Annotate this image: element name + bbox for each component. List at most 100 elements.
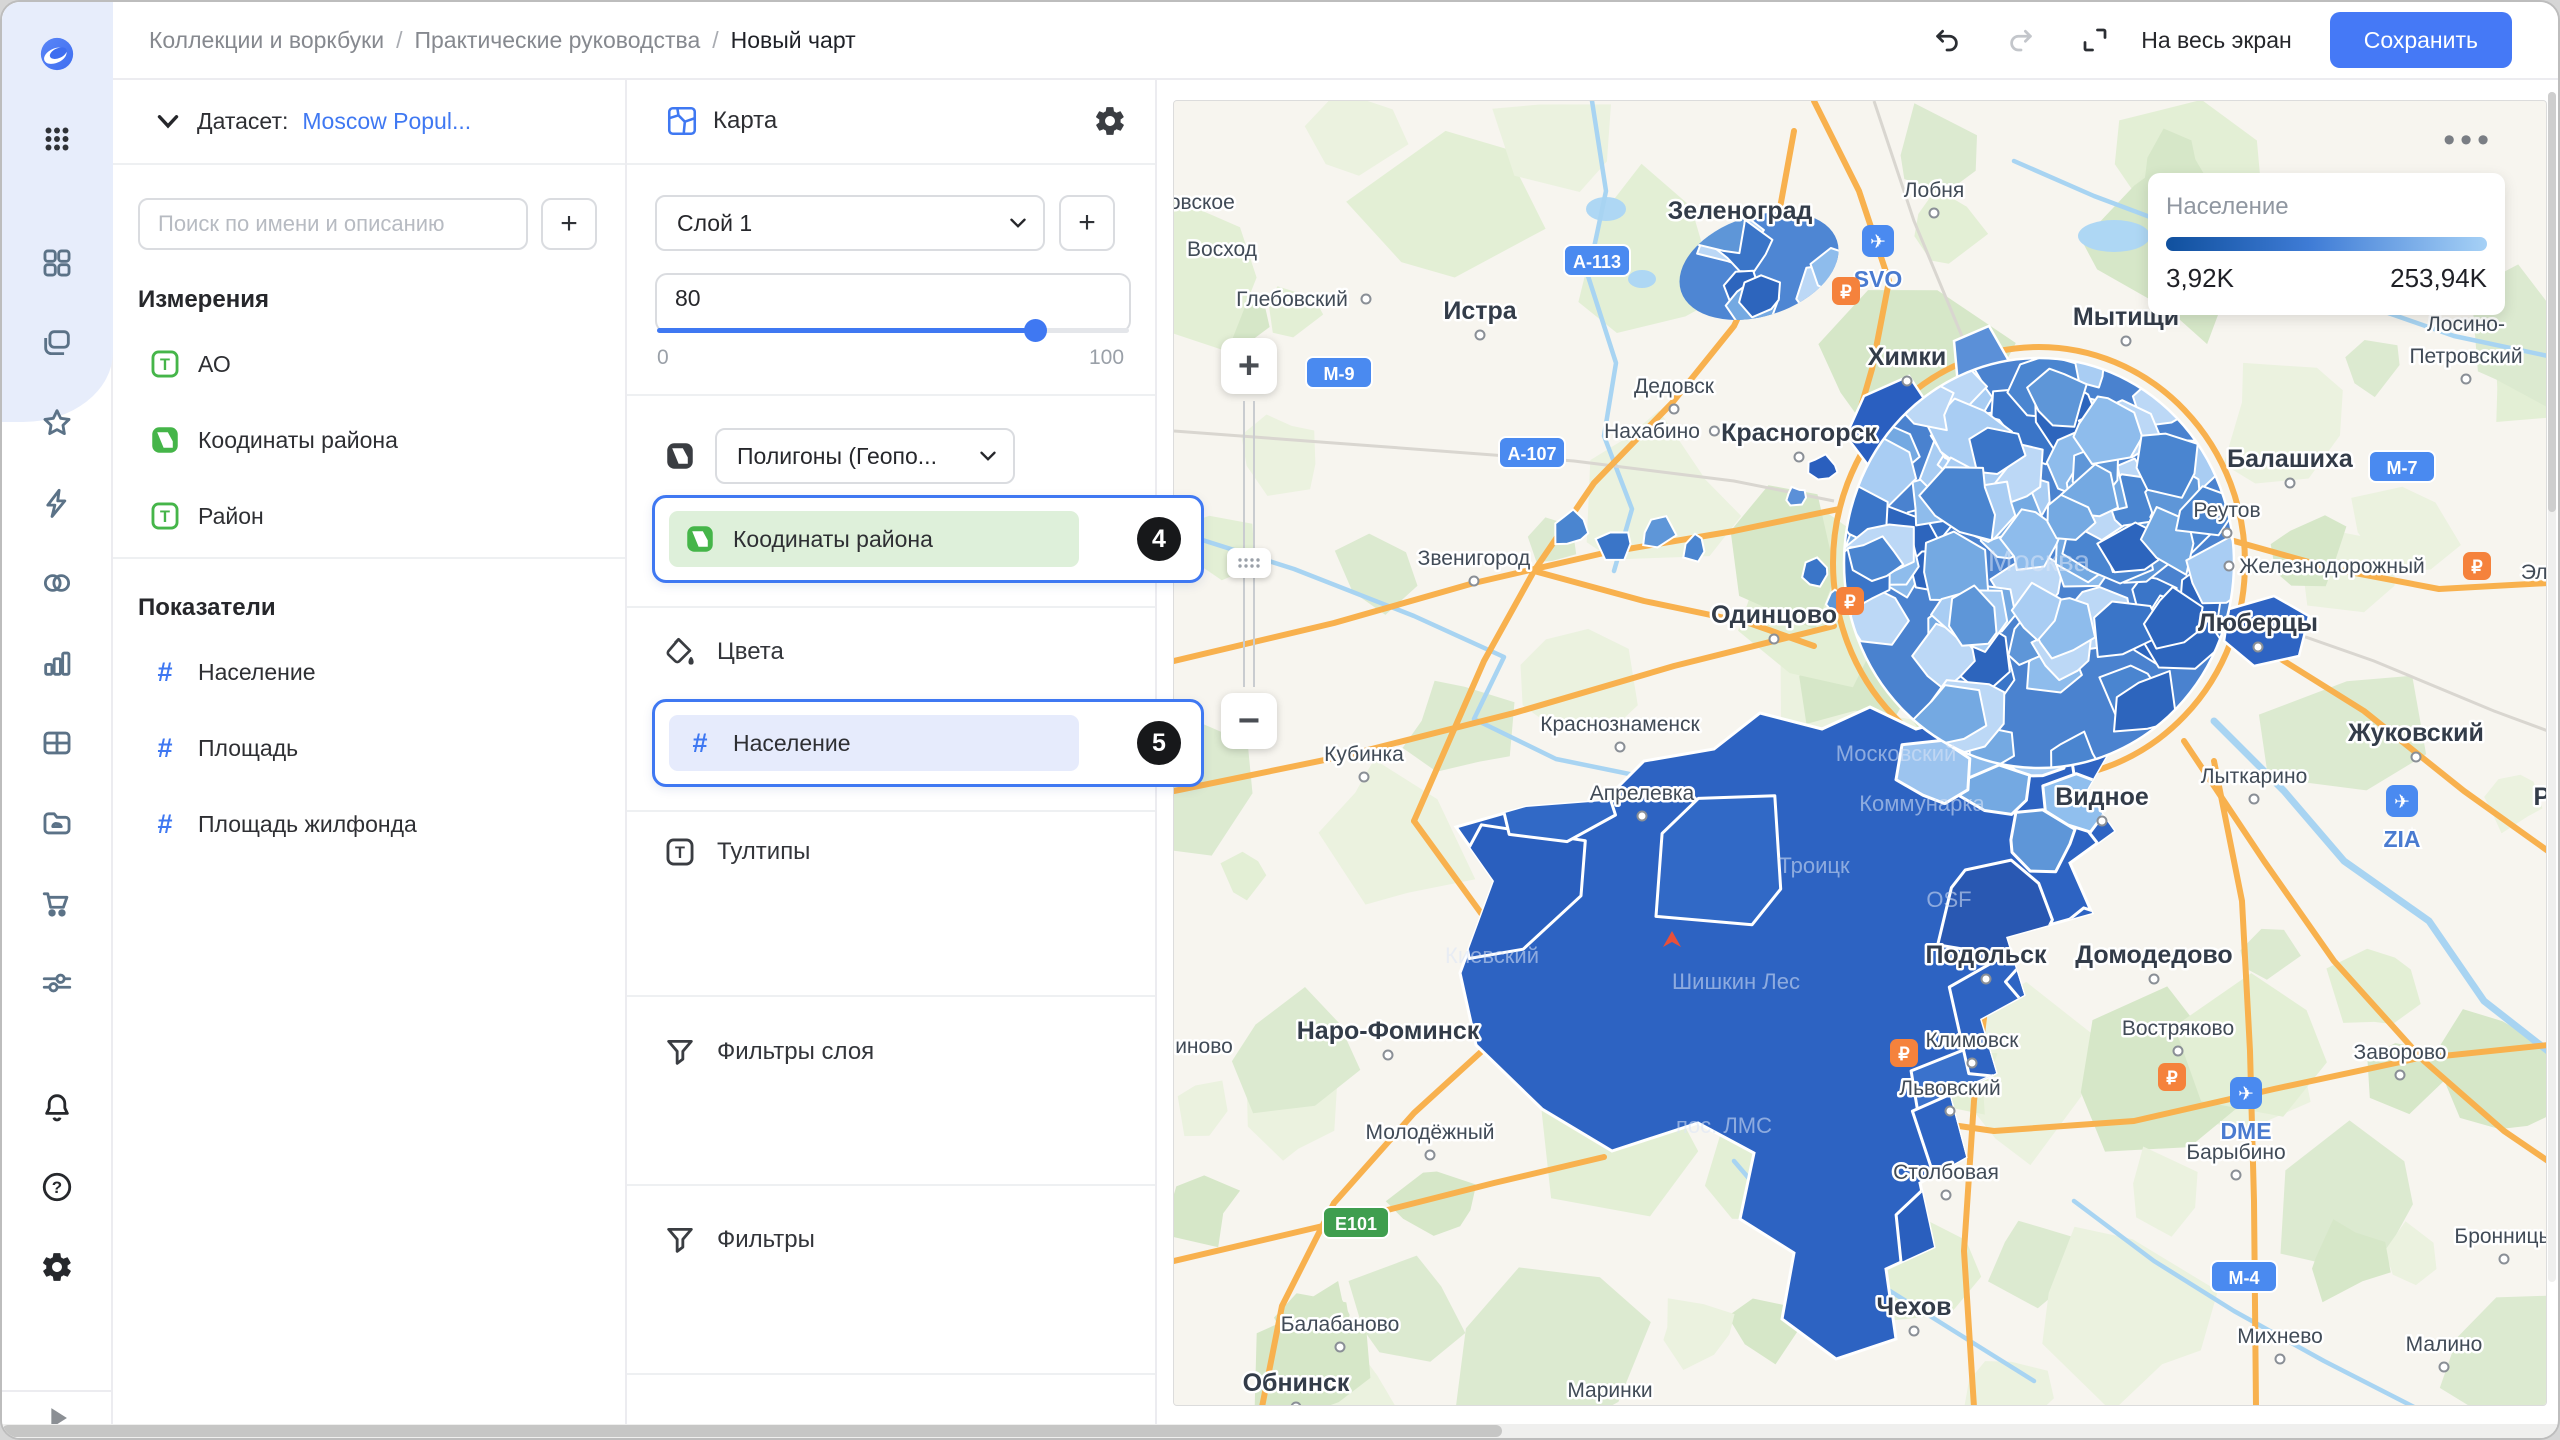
field-row[interactable]: T Район [148, 494, 264, 538]
field-name: Население [198, 659, 315, 686]
field-row[interactable]: #Население [148, 650, 315, 694]
field-name: Район [198, 503, 264, 530]
svg-text:Михнево: Михнево [2237, 1325, 2323, 1348]
svg-text:Е101: Е101 [1335, 1214, 1377, 1234]
svg-text:иново: иново [1175, 1035, 1233, 1058]
chart-settings-gear-icon[interactable] [1093, 104, 1127, 138]
map-canvas[interactable]: МоскваМосковскийКоммунаркаТроицкКиевский… [1173, 100, 2547, 1406]
rail-item-collections-icon[interactable] [39, 325, 75, 361]
apps-grid-icon[interactable] [39, 121, 75, 157]
rail-item-dashboard-grid-icon[interactable] [39, 245, 75, 281]
svg-text:Востряково: Востряково [2122, 1017, 2234, 1040]
svg-text:Электроугли: Электроугли [2521, 561, 2547, 584]
svg-text:Кубинка: Кубинка [1324, 743, 1404, 766]
breadcrumb-item[interactable]: Практические руководства [414, 27, 700, 54]
svg-text:₽: ₽ [2166, 1068, 2178, 1088]
vertical-scrollbar[interactable] [2548, 92, 2556, 1282]
app-window: ? Коллекции и воркбуки/Практические руко… [0, 0, 2560, 1440]
fullscreen-label[interactable]: На весь экран [2141, 27, 2292, 54]
field-row[interactable]: # Площадь жилфонда [148, 802, 417, 846]
legend-max: 253,94K [2390, 263, 2487, 294]
colors-field-pill[interactable]: # Население [669, 715, 1079, 771]
colors-section[interactable]: Цвета [663, 632, 784, 672]
rail-item-star-icon[interactable] [39, 405, 75, 441]
fullscreen-icon[interactable] [2077, 22, 2113, 58]
number-hash-icon: # [148, 807, 182, 841]
field-row[interactable]: TАО [148, 342, 231, 386]
rail-item-pair-circles-icon[interactable] [39, 565, 75, 601]
measures-title: Показатели [138, 594, 276, 622]
svg-text:Видное: Видное [2055, 783, 2149, 811]
zoom-slider-handle[interactable] [1227, 548, 1271, 578]
zoom-in-button[interactable]: + [1221, 338, 1277, 394]
svg-text:Барыбино: Барыбино [2186, 1141, 2285, 1164]
svg-text:Краснознаменск: Краснознаменск [1540, 713, 1700, 736]
svg-text:А-113: А-113 [1573, 252, 1621, 272]
redo-icon[interactable] [2003, 22, 2039, 58]
breadcrumb: Коллекции и воркбуки/Практические руково… [149, 27, 856, 54]
layer-select[interactable]: Слой 1 [655, 195, 1045, 251]
svg-text:₽: ₽ [2471, 557, 2483, 577]
horizontal-scrollbar[interactable] [2, 1424, 2558, 1438]
svg-text:DME: DME [2220, 1118, 2271, 1144]
layer-filter-funnel-icon [663, 1035, 697, 1069]
svg-text:Глебовский: Глебовский [1236, 288, 1348, 311]
svg-text:Раменское: Раменское [2533, 783, 2547, 811]
geopolygon-icon [683, 522, 717, 556]
rail-item-cloud-folder-icon[interactable] [39, 805, 75, 841]
layer-opacity-slider: 80 [655, 273, 1131, 333]
filters-section[interactable]: Фильтры [663, 1220, 815, 1260]
polygons-drop-zone[interactable]: Коодинаты района 4 [652, 495, 1204, 583]
search-input[interactable] [138, 198, 528, 250]
field-name: Коодинаты района [198, 427, 398, 454]
field-row[interactable]: #Площадь [148, 726, 298, 770]
dataset-panel: Датасет: Moscow Popul... + Измерения TАО… [113, 80, 627, 1424]
map-menu-icon[interactable]: ••• [2443, 123, 2494, 157]
undo-icon[interactable] [1929, 22, 1965, 58]
rail-item-cart-icon[interactable] [39, 885, 75, 921]
paint-bucket-icon [663, 635, 697, 669]
breadcrumb-item[interactable]: Новый чарт [731, 27, 856, 54]
svg-text:Киевский: Киевский [1445, 943, 1539, 968]
dataset-name-link[interactable]: Moscow Popul... [302, 108, 471, 135]
breadcrumb-item[interactable]: Коллекции и воркбуки [149, 27, 384, 54]
datalens-logo-icon[interactable] [39, 36, 75, 72]
tooltips-title: Тултипы [717, 838, 810, 866]
filters-title: Фильтры [717, 1226, 815, 1254]
field-name: АО [198, 351, 231, 378]
svg-text:Лобня: Лобня [1904, 179, 1964, 202]
svg-text:Обнинск: Обнинск [1243, 1369, 1350, 1397]
svg-text:Молодёжный: Молодёжный [1365, 1121, 1494, 1144]
dataset-label: Датасет: [197, 108, 288, 135]
save-button[interactable]: Сохранить [2330, 12, 2512, 68]
polygons-field-pill[interactable]: Коодинаты района [669, 511, 1079, 567]
opacity-min: 0 [657, 346, 669, 370]
geotype-select[interactable]: Полигоны (Геопо... [715, 428, 1015, 484]
rail-item-table-icon[interactable] [39, 725, 75, 761]
field-name: Площадь жилфонда [198, 811, 417, 838]
opacity-track[interactable] [657, 328, 1035, 333]
rail-item-bolt-icon[interactable] [39, 485, 75, 521]
tooltips-section[interactable]: T Тултипы [663, 832, 810, 872]
layer-filters-section[interactable]: Фильтры слоя [663, 1032, 874, 1072]
chevron-down-icon[interactable] [151, 104, 185, 138]
rail-footer-bell-icon[interactable] [39, 1089, 75, 1125]
svg-text:Столбовая: Столбовая [1893, 1161, 1999, 1184]
svg-text:Железнодорожный: Железнодорожный [2239, 555, 2425, 578]
rail-footer-gear-icon[interactable] [39, 1249, 75, 1285]
rail-item-bar-chart-icon[interactable] [39, 645, 75, 681]
zoom-slider-track[interactable] [1243, 401, 1255, 687]
rail-footer-help-icon[interactable]: ? [39, 1169, 75, 1205]
chart-type-title: Карта [713, 107, 777, 135]
svg-text:Москва: Москва [1988, 545, 2091, 578]
rail-item-tune-icon[interactable] [39, 965, 75, 1001]
opacity-handle[interactable] [1024, 319, 1047, 342]
field-row[interactable]: Коодинаты района [148, 418, 398, 462]
svg-text:Нахабино: Нахабино [1604, 420, 1700, 443]
colors-drop-zone[interactable]: # Население 5 [652, 699, 1204, 787]
zoom-out-button[interactable]: − [1221, 693, 1277, 749]
add-field-button[interactable]: + [541, 198, 597, 250]
add-layer-button[interactable]: + [1059, 195, 1115, 251]
colors-title: Цвета [717, 638, 784, 666]
svg-text:T: T [160, 508, 170, 526]
